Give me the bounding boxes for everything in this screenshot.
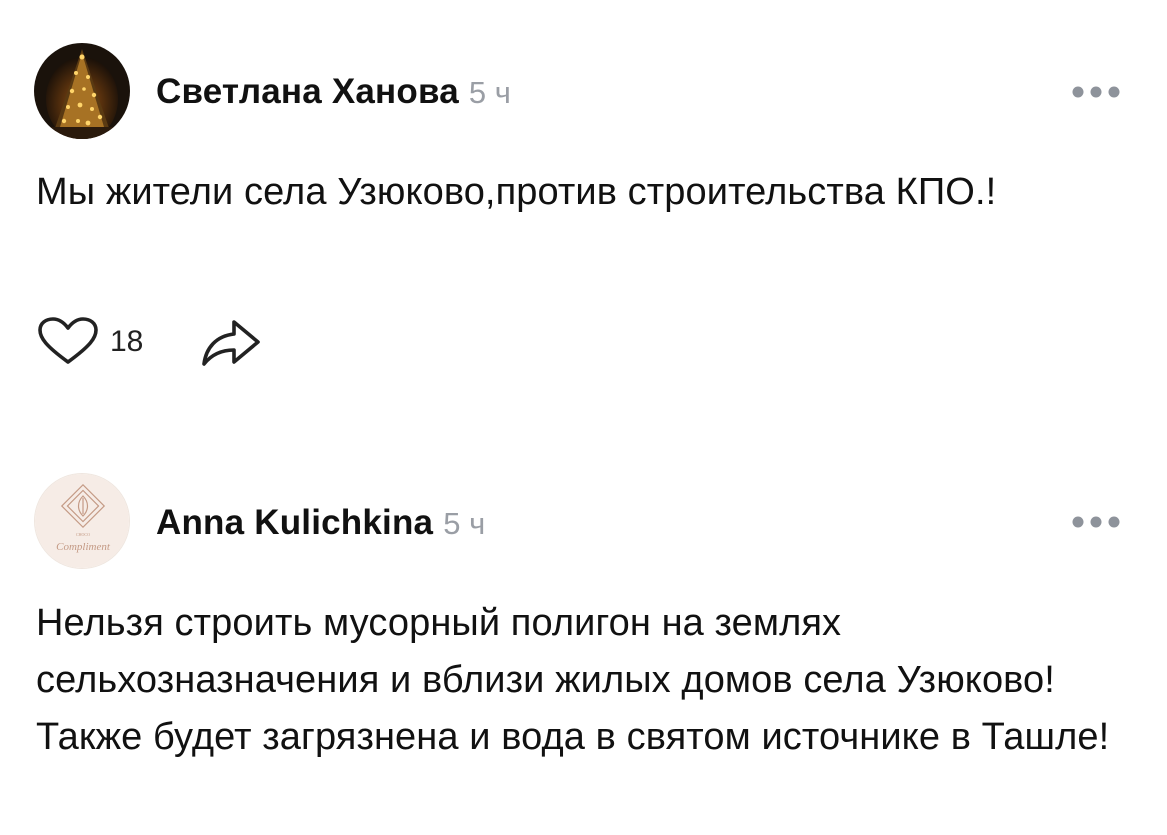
more-dots-icon [1072, 86, 1120, 98]
like-count: 18 [110, 325, 144, 358]
comment-time: 5 ч [443, 506, 486, 541]
avatar[interactable]: CHOCO Compliment [34, 473, 130, 569]
comment-1: Светлана Ханова 5 ч Мы жители села Узюков… [0, 0, 1167, 420]
comment-actions: 18 [36, 316, 262, 368]
heart-outline-icon [38, 317, 98, 364]
more-options-button[interactable] [1071, 514, 1121, 530]
comment-text: Мы жители села Узюково,против строительс… [36, 171, 997, 213]
author-name[interactable]: Светлана Ханова [156, 72, 459, 111]
more-dots-icon [1072, 516, 1120, 528]
comment-2: CHOCO Compliment Anna Kulichkina 5 ч Нель… [0, 420, 1167, 835]
avatar[interactable] [34, 43, 130, 139]
christmas-tree-photo-icon [34, 43, 130, 139]
comment-text: Нельзя строить мусорный полигон на земля… [36, 602, 1110, 758]
like-button[interactable]: 18 [36, 316, 143, 368]
svg-text:CHOCO: CHOCO [76, 532, 90, 537]
more-options-button[interactable] [1071, 84, 1121, 100]
comment-time: 5 ч [468, 75, 511, 110]
comment-header: Светлана Ханова 5 ч [156, 72, 511, 112]
share-button[interactable] [198, 316, 262, 368]
comment-header: Anna Kulichkina 5 ч [156, 503, 485, 543]
share-arrow-icon [202, 320, 261, 366]
choco-compliment-logo-icon: CHOCO Compliment [35, 474, 129, 568]
author-name[interactable]: Anna Kulichkina [156, 503, 433, 542]
svg-text:Compliment: Compliment [56, 541, 111, 553]
